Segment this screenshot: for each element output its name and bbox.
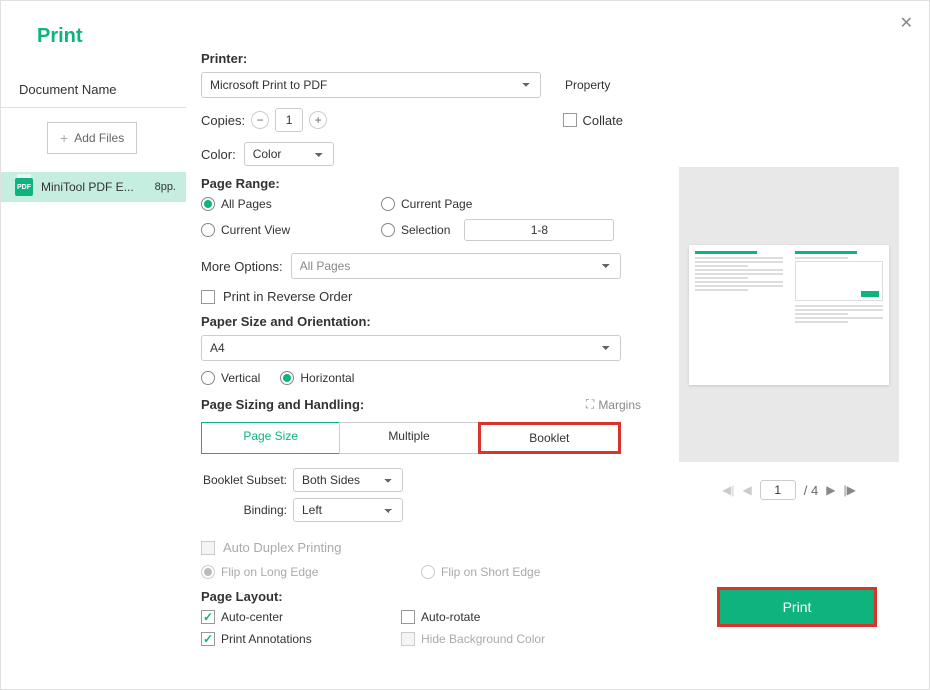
print-button-highlight: Print [717, 587, 877, 627]
page-total: / 4 [804, 483, 818, 498]
margins-icon: ⛶ [586, 397, 594, 412]
reverse-order-checkbox[interactable] [201, 290, 215, 304]
booklet-subset-label: Booklet Subset: [201, 473, 287, 487]
file-page-count: 8pp. [155, 181, 176, 193]
binding-label: Binding: [201, 503, 287, 517]
auto-center-option[interactable]: Auto-center [201, 610, 401, 624]
tab-multiple[interactable]: Multiple [339, 422, 478, 454]
page-number-input[interactable] [760, 480, 796, 500]
add-files-button[interactable]: + Add Files [47, 122, 137, 154]
radio-icon [381, 223, 395, 237]
radio-current-view[interactable]: Current View [201, 219, 381, 241]
reverse-order-label: Print in Reverse Order [223, 289, 352, 304]
radio-icon [201, 565, 215, 579]
pdf-icon: PDF [15, 178, 33, 196]
radio-icon [381, 197, 395, 211]
file-name: MiniTool PDF E... [41, 180, 147, 194]
printer-select[interactable]: Microsoft Print to PDF [201, 72, 541, 98]
hide-bg-option: Hide Background Color [401, 632, 641, 646]
radio-vertical[interactable]: Vertical [201, 371, 260, 385]
margins-button[interactable]: ⛶ Margins [586, 397, 641, 412]
auto-duplex-label: Auto Duplex Printing [223, 540, 342, 555]
tab-page-size[interactable]: Page Size [201, 422, 340, 454]
preview-background [679, 167, 899, 462]
copies-label: Copies: [201, 113, 245, 128]
page-layout-label: Page Layout: [201, 589, 641, 604]
page-range-label: Page Range: [201, 176, 641, 191]
color-select[interactable]: Color [244, 142, 334, 166]
dialog-title: Print [1, 1, 186, 48]
color-label: Color: [201, 147, 236, 162]
radio-icon [280, 371, 294, 385]
close-icon[interactable]: ✕ [900, 13, 913, 33]
document-name-label: Document Name [1, 48, 186, 97]
plus-icon: + [60, 130, 68, 146]
settings-panel: Printer: Microsoft Print to PDF Property… [201, 51, 641, 646]
collate-label: Collate [583, 113, 623, 128]
selection-range-input[interactable] [464, 219, 614, 241]
radio-all-pages[interactable]: All Pages [201, 197, 381, 211]
prev-page-icon[interactable]: ◀ [743, 483, 752, 497]
print-button[interactable]: Print [720, 590, 874, 624]
auto-duplex-checkbox [201, 541, 215, 555]
copies-decrement[interactable]: − [251, 111, 269, 129]
booklet-subset-select[interactable]: Both Sides [293, 468, 403, 492]
hide-bg-checkbox [401, 632, 415, 646]
print-annotations-checkbox [201, 632, 215, 646]
tab-booklet[interactable]: Booklet [478, 422, 621, 454]
radio-current-page[interactable]: Current Page [381, 197, 641, 211]
sizing-label: Page Sizing and Handling: [201, 397, 364, 412]
last-page-icon[interactable]: |▶ [843, 483, 855, 497]
paper-size-label: Paper Size and Orientation: [201, 314, 641, 329]
print-annotations-option[interactable]: Print Annotations [201, 632, 401, 646]
radio-selection[interactable]: Selection [381, 219, 641, 241]
radio-icon [201, 371, 215, 385]
preview-pane: ◀| ◀ / 4 ▶ |▶ [679, 167, 899, 500]
sidebar: Print Document Name + Add Files PDF Mini… [1, 1, 186, 689]
more-options-select[interactable]: All Pages [291, 253, 621, 279]
preview-left-half [689, 245, 789, 385]
radio-horizontal[interactable]: Horizontal [280, 371, 354, 385]
property-link[interactable]: Property [565, 78, 610, 92]
file-list-item[interactable]: PDF MiniTool PDF E... 8pp. [1, 172, 186, 202]
divider [1, 107, 186, 108]
preview-page [689, 245, 889, 385]
printer-label: Printer: [201, 51, 641, 66]
auto-rotate-option[interactable]: Auto-rotate [401, 610, 641, 624]
copies-input[interactable] [275, 108, 303, 132]
preview-right-half [789, 245, 889, 385]
add-files-label: Add Files [74, 131, 124, 145]
radio-icon [201, 223, 215, 237]
auto-center-checkbox [201, 610, 215, 624]
more-options-label: More Options: [201, 259, 283, 274]
radio-flip-long: Flip on Long Edge [201, 565, 381, 579]
collate-checkbox[interactable] [563, 113, 577, 127]
radio-flip-short: Flip on Short Edge [421, 565, 540, 579]
paper-size-select[interactable]: A4 [201, 335, 621, 361]
first-page-icon[interactable]: ◀| [722, 483, 734, 497]
copies-increment[interactable]: + [309, 111, 327, 129]
pager: ◀| ◀ / 4 ▶ |▶ [679, 480, 899, 500]
radio-icon [201, 197, 215, 211]
binding-select[interactable]: Left [293, 498, 403, 522]
auto-rotate-checkbox [401, 610, 415, 624]
next-page-icon[interactable]: ▶ [826, 483, 835, 497]
radio-icon [421, 565, 435, 579]
